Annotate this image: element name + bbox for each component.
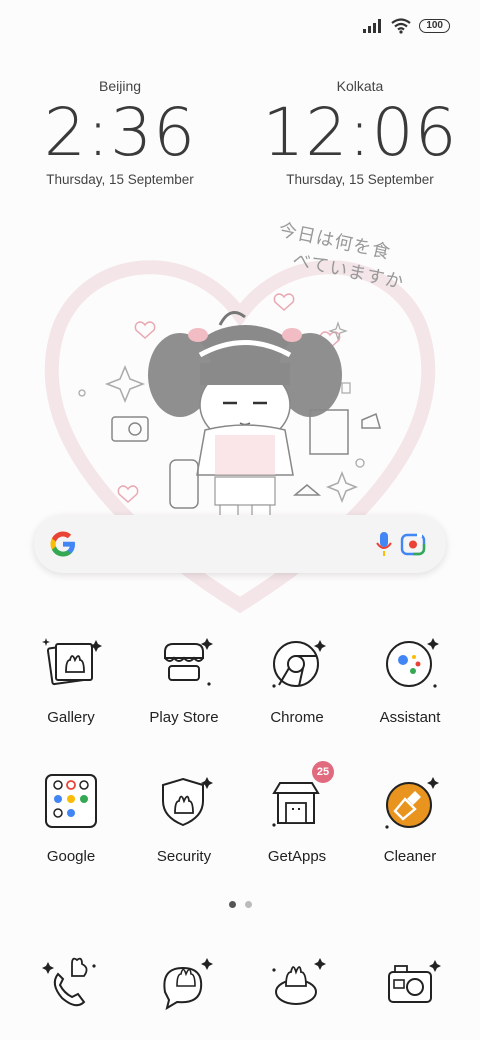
- camera-icon: [388, 960, 441, 1003]
- app-label: Play Store: [149, 709, 219, 726]
- browser-icon: [272, 958, 326, 1005]
- clock-date: Thursday, 15 September: [46, 172, 194, 187]
- app-label: Assistant: [379, 709, 441, 726]
- clock-city: Kolkata: [336, 78, 384, 94]
- play-store-icon: [164, 638, 213, 686]
- app-google-folder[interactable]: Google: [16, 769, 126, 865]
- app-chrome[interactable]: Chrome: [242, 630, 352, 726]
- app-gallery[interactable]: Gallery: [16, 630, 126, 726]
- google-search-bar[interactable]: [34, 515, 446, 573]
- app-cleaner[interactable]: Cleaner: [355, 769, 465, 865]
- page-dot-2[interactable]: [245, 901, 252, 908]
- page-indicator[interactable]: [229, 901, 252, 908]
- battery-indicator: 100: [419, 19, 450, 33]
- app-label: Cleaner: [383, 848, 437, 865]
- app-getapps[interactable]: 25 GetApps: [242, 761, 352, 865]
- app-label: Chrome: [270, 709, 324, 726]
- app-label: GetApps: [267, 848, 327, 865]
- wifi-icon: [391, 18, 411, 34]
- dock-messages[interactable]: [129, 950, 239, 1020]
- security-icon: [162, 777, 213, 827]
- chrome-icon: [272, 640, 326, 688]
- clock-time: 12:06: [262, 94, 458, 171]
- clock-time: 2:36: [43, 94, 197, 171]
- clock-widget-kolkata[interactable]: Kolkata 12:06 Thursday, 15 September: [260, 78, 460, 187]
- clock-city: Beijing: [98, 78, 142, 94]
- messages-icon: [163, 958, 213, 1011]
- phone-icon: [42, 957, 96, 1007]
- signal-icon: [363, 19, 382, 33]
- gallery-icon: [42, 638, 102, 686]
- dock-camera[interactable]: [355, 950, 465, 1020]
- notification-badge: 25: [312, 761, 334, 783]
- google-lens-icon[interactable]: [400, 532, 426, 556]
- google-folder-icon: [45, 774, 97, 828]
- clock-date: Thursday, 15 September: [286, 172, 434, 187]
- status-bar: 100: [363, 18, 450, 34]
- voice-search-icon[interactable]: [374, 530, 394, 558]
- dock-phone[interactable]: [16, 950, 126, 1020]
- dock-browser[interactable]: [242, 950, 352, 1020]
- app-assistant[interactable]: Assistant: [355, 630, 465, 726]
- assistant-icon: [386, 638, 439, 688]
- app-label: Security: [156, 848, 212, 865]
- clock-widget-beijing[interactable]: Beijing 2:36 Thursday, 15 September: [20, 78, 220, 187]
- app-label: Google: [46, 848, 96, 865]
- cleaner-icon: [385, 777, 439, 829]
- app-play-store[interactable]: Play Store: [129, 630, 239, 726]
- app-security[interactable]: Security: [129, 769, 239, 865]
- app-label: Gallery: [47, 709, 95, 726]
- page-dot-1[interactable]: [229, 901, 236, 908]
- google-logo-icon: [50, 531, 75, 557]
